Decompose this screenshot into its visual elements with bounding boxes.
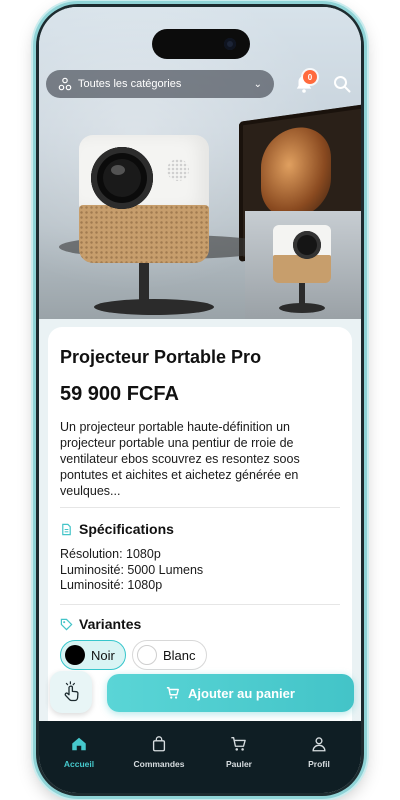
dynamic-island [152, 29, 250, 59]
product-description: Un projecteur portable haute-définition … [60, 420, 300, 498]
variants-heading: Variantes [60, 616, 141, 632]
phone-frame: Toutes les catégories ⌄ 0 Projecteur Por… [36, 4, 364, 796]
touch-gesture-button[interactable] [50, 671, 92, 713]
category-icon [58, 77, 72, 91]
notification-badge: 0 [303, 70, 317, 84]
add-to-cart-button[interactable]: Ajouter au panier [107, 674, 354, 712]
nav-item-commandes[interactable]: Commandes [119, 735, 199, 769]
spec-line: Luminosité: 5000 Lumens [60, 562, 204, 577]
projector-illustration [79, 135, 209, 263]
nav-item-panier[interactable]: Pauler [199, 735, 279, 769]
category-select[interactable]: Toutes les catégories ⌄ [46, 70, 274, 98]
bag-icon [152, 736, 166, 752]
spec-line: Luminosité: 1080p [60, 578, 163, 592]
document-icon [62, 523, 71, 535]
search-icon[interactable] [331, 73, 353, 95]
chevron-down-icon: ⌄ [253, 78, 262, 90]
divider [60, 507, 340, 508]
cart-icon [166, 687, 179, 699]
variant-noir[interactable]: Noir [60, 640, 126, 670]
tag-icon [60, 618, 73, 630]
color-swatch-black [65, 645, 85, 665]
home-icon [72, 737, 86, 751]
category-select-label: Toutes les catégories [78, 78, 182, 90]
spec-line: Résolution: 1080p [60, 547, 161, 561]
app-screen: Toutes les catégories ⌄ 0 Projecteur Por… [39, 7, 361, 793]
camera-icon [224, 38, 236, 50]
user-icon [312, 737, 326, 752]
color-swatch-white [137, 645, 157, 665]
cart-icon [231, 737, 246, 751]
bottom-nav: Accueil Commandes Pauler Profil [39, 721, 361, 793]
nav-item-profil[interactable]: Profil [279, 735, 359, 769]
product-price: 59 900 FCFA [60, 383, 179, 405]
specs-heading: Spécifications [60, 521, 174, 537]
product-title: Projecteur Portable Pro [60, 347, 262, 367]
product-thumbnail[interactable] [245, 211, 361, 319]
nav-item-accueil[interactable]: Accueil [39, 735, 119, 769]
variant-blanc[interactable]: Blanc [132, 640, 207, 670]
divider [60, 604, 340, 605]
hand-pointer-icon [64, 681, 79, 702]
